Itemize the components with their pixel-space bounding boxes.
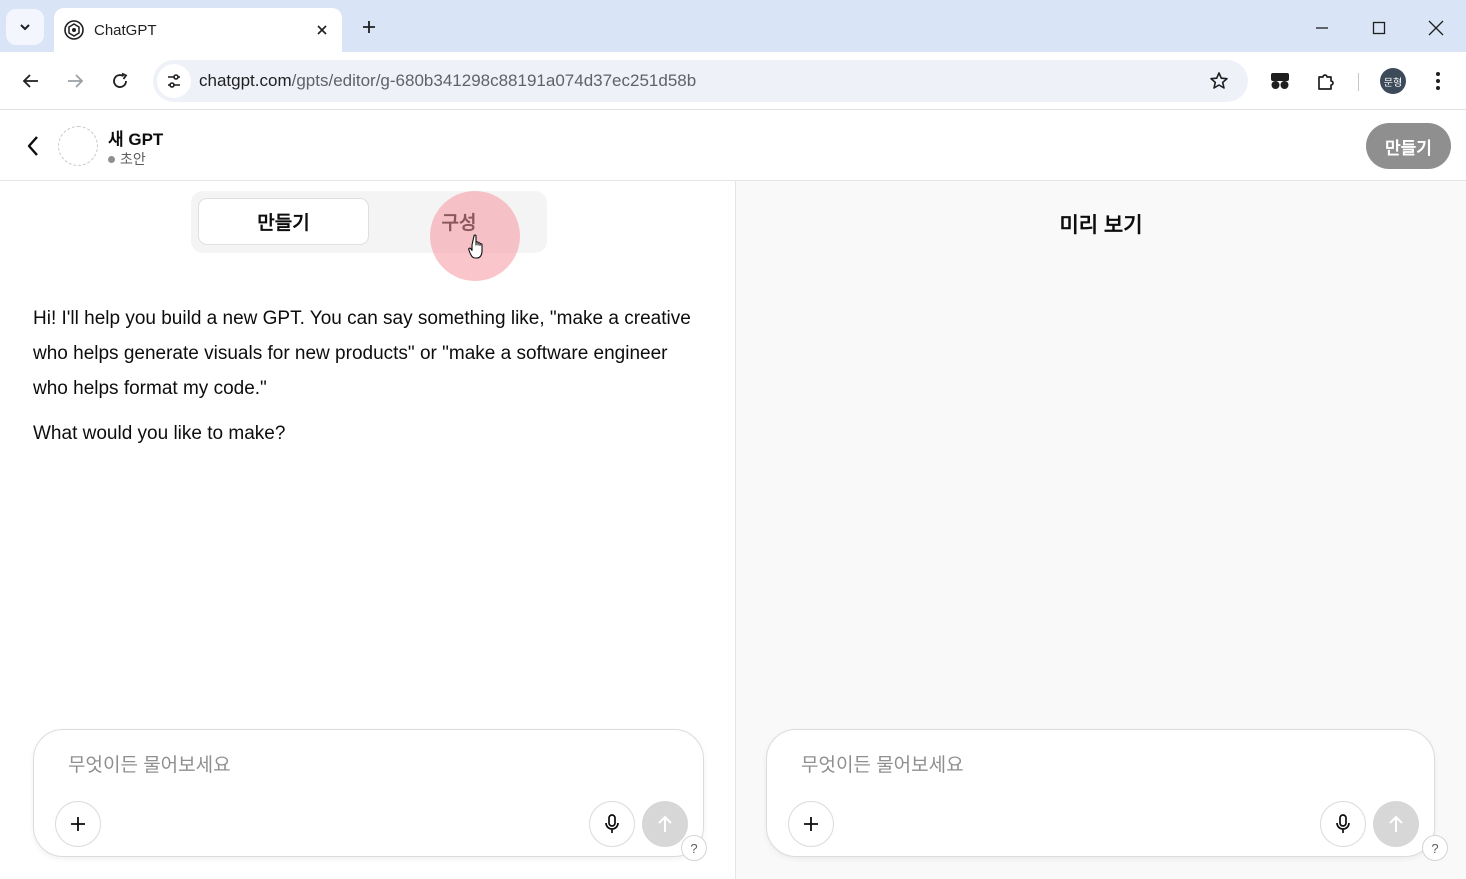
- voice-input-button[interactable]: [589, 801, 635, 847]
- send-button[interactable]: [642, 801, 688, 847]
- minimize-icon: [1316, 27, 1328, 29]
- help-button[interactable]: ?: [1422, 835, 1448, 861]
- plus-icon: [804, 817, 818, 831]
- close-window-button[interactable]: [1416, 8, 1456, 48]
- arrow-left-icon: [22, 74, 38, 88]
- profile-button[interactable]: 문형: [1376, 64, 1410, 98]
- browser-menu-button[interactable]: [1421, 64, 1455, 98]
- gpt-editor-page: 새 GPT 초안 만들기 만들기 구성 Hi! I'll help you bu…: [0, 111, 1466, 879]
- close-icon: [1428, 20, 1444, 36]
- editor-header: 새 GPT 초안 만들기: [0, 111, 1466, 181]
- arrow-right-icon: [68, 74, 84, 88]
- plus-icon: [363, 21, 375, 33]
- gpt-name: 새 GPT: [108, 130, 164, 149]
- url-host: chatgpt.com: [199, 71, 292, 90]
- attach-button[interactable]: [55, 801, 101, 847]
- preview-composer: 무엇이든 물어보세요: [766, 729, 1435, 857]
- microphone-icon: [605, 814, 619, 833]
- microphone-icon: [1336, 814, 1350, 833]
- new-tab-button[interactable]: [354, 12, 384, 42]
- gpt-avatar-upload[interactable]: [58, 126, 98, 166]
- arrow-up-icon: [658, 815, 672, 832]
- status-label: 초안: [120, 151, 146, 167]
- tab-list-button[interactable]: [6, 9, 44, 45]
- assistant-message: What would you like to make?: [33, 423, 286, 444]
- url-text: chatgpt.com/gpts/editor/g-680b341298c881…: [199, 71, 1202, 91]
- builder-composer: 무엇이든 물어보세요: [33, 729, 704, 857]
- reload-button[interactable]: [103, 64, 137, 98]
- plus-icon: [71, 817, 85, 831]
- tab-create[interactable]: 만들기: [198, 198, 369, 245]
- help-button[interactable]: ?: [681, 835, 707, 861]
- site-info-button[interactable]: [157, 64, 191, 98]
- incognito-glasses-icon: [1271, 73, 1289, 89]
- back-nav-button[interactable]: [14, 64, 48, 98]
- star-icon: [1210, 72, 1228, 89]
- chevron-down-icon: [20, 24, 30, 31]
- close-tab-button[interactable]: [312, 20, 332, 40]
- builder-message-input[interactable]: 무엇이든 물어보세요: [68, 750, 231, 777]
- back-button[interactable]: [18, 131, 48, 161]
- create-gpt-button[interactable]: 만들기: [1366, 123, 1451, 169]
- minimize-button[interactable]: [1302, 8, 1342, 48]
- browser-toolbar: chatgpt.com/gpts/editor/g-680b341298c881…: [0, 52, 1466, 110]
- status-dot-icon: [108, 155, 115, 163]
- attach-button[interactable]: [788, 801, 834, 847]
- reload-icon: [113, 72, 128, 88]
- more-vertical-icon: [1436, 72, 1440, 90]
- forward-nav-button[interactable]: [58, 64, 92, 98]
- gpt-status: 초안: [108, 149, 146, 169]
- toolbar-separator: [1358, 73, 1359, 91]
- maximize-icon: [1372, 21, 1386, 35]
- hand-cursor-icon: [468, 234, 483, 259]
- tune-icon: [168, 74, 180, 88]
- close-icon: [317, 25, 327, 35]
- url-path: /gpts/editor/g-680b341298c88191a074d37ec…: [291, 71, 697, 90]
- tab-title: ChatGPT: [94, 21, 157, 39]
- bookmark-button[interactable]: [1202, 64, 1236, 98]
- profile-avatar: 문형: [1380, 68, 1406, 94]
- extensions-button[interactable]: [1309, 64, 1343, 98]
- builder-pane: 만들기 구성 Hi! I'll help you build a new GPT…: [0, 181, 735, 879]
- assistant-message: Hi! I'll help you build a new GPT. You c…: [33, 308, 691, 399]
- chevron-left-icon: [27, 136, 38, 156]
- preview-title: 미리 보기: [1059, 214, 1143, 237]
- openai-logo-icon: [64, 20, 84, 40]
- browser-tab-chatgpt[interactable]: ChatGPT: [54, 8, 342, 52]
- extension-glasses-button[interactable]: [1263, 64, 1297, 98]
- voice-input-button[interactable]: [1320, 801, 1366, 847]
- preview-pane: 미리 보기 무엇이든 물어보세요 ?: [736, 181, 1466, 879]
- puzzle-icon: [1318, 74, 1334, 90]
- send-button[interactable]: [1373, 801, 1419, 847]
- preview-message-input[interactable]: 무엇이든 물어보세요: [801, 750, 964, 777]
- browser-tabbar: ChatGPT: [0, 0, 1466, 52]
- address-bar[interactable]: chatgpt.com/gpts/editor/g-680b341298c881…: [153, 60, 1248, 102]
- maximize-button[interactable]: [1359, 8, 1399, 48]
- arrow-up-icon: [1389, 815, 1403, 832]
